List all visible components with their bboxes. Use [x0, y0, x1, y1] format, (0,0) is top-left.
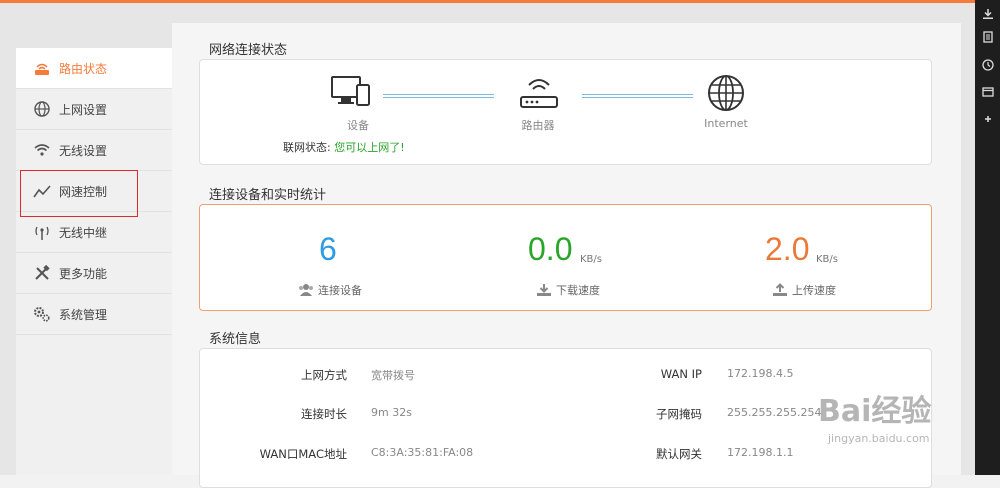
download-button[interactable] — [975, 3, 1000, 25]
info-key-subnet-mask: 子网掩码 — [656, 407, 702, 421]
router-icon — [33, 59, 51, 77]
download-speed-value: 0.0 — [528, 231, 573, 267]
device-label: 设备 — [347, 119, 369, 132]
sidebar-item-label: 更多功能 — [59, 266, 108, 281]
connection-status-key: 联网状态: — [283, 141, 331, 154]
upload-speed-label: 上传速度 — [772, 282, 836, 298]
info-value-connection-time: 9m 32s — [371, 406, 412, 419]
add-button[interactable] — [975, 108, 1000, 130]
connection-status-value: 您可以上网了! — [334, 141, 405, 154]
highlight-box — [20, 170, 138, 217]
right-toolbar — [975, 0, 1000, 475]
baidu-watermark: Bai经验 — [818, 394, 932, 429]
router-device-icon — [519, 75, 559, 115]
window-button[interactable] — [975, 81, 1000, 103]
globe-icon — [33, 100, 51, 118]
stats-title: 连接设备和实时统计 — [209, 188, 327, 203]
baidu-watermark-url: jingyan.baidu.com — [828, 432, 930, 445]
upload-speed-value: 2.0 — [765, 231, 810, 267]
sidebar-item-system-management[interactable]: 系统管理 — [16, 294, 172, 335]
tools-icon — [33, 264, 51, 282]
connection-line-device-router — [383, 94, 494, 98]
upload-icon — [773, 283, 787, 296]
sidebar-item-label: 无线设置 — [59, 143, 108, 158]
sidebar-item-label: 上网设置 — [59, 102, 108, 117]
clock-icon — [981, 59, 994, 71]
sidebar-item-more-features[interactable]: 更多功能 — [16, 253, 172, 294]
download-speed-label: 下载速度 — [536, 282, 600, 298]
info-value-wan-mac: C8:3A:35:81:FA:08 — [371, 446, 474, 459]
info-key-connection-type: 上网方式 — [301, 368, 347, 382]
sidebar-item-router-status[interactable]: 路由状态 — [16, 48, 172, 89]
connection-line-router-internet — [582, 94, 693, 98]
gears-icon — [33, 305, 51, 323]
history-button[interactable] — [975, 54, 1000, 76]
sidebar-item-wireless-settings[interactable]: 无线设置 — [16, 130, 172, 171]
connected-devices-label: 连接设备 — [298, 282, 362, 298]
window-icon — [981, 87, 994, 97]
users-icon — [299, 284, 313, 296]
connected-devices-count: 6 — [319, 231, 337, 267]
info-key-default-gateway: 默认网关 — [656, 447, 702, 461]
info-key-wan-ip: WAN IP — [660, 367, 702, 381]
info-value-connection-type: 宽带拨号 — [371, 369, 415, 382]
download-icon — [537, 284, 551, 296]
document-icon — [982, 31, 993, 43]
upload-speed-unit: KB/s — [816, 254, 838, 265]
download-arrow-icon — [982, 9, 993, 19]
network-status-title: 网络连接状态 — [209, 43, 288, 58]
info-value-wan-ip: 172.198.4.5 — [727, 367, 794, 380]
info-value-subnet-mask: 255.255.255.254 — [727, 406, 822, 419]
device-icon — [331, 76, 371, 112]
system-info-title: 系统信息 — [209, 332, 262, 347]
wifi-icon — [33, 141, 51, 159]
sidebar-item-internet-settings[interactable]: 上网设置 — [16, 89, 172, 130]
info-key-connection-time: 连接时长 — [301, 407, 347, 421]
info-value-default-gateway: 172.198.1.1 — [727, 446, 794, 459]
internet-globe-icon — [707, 74, 745, 116]
sidebar: 路由状态 上网设置 无线设置 网速控制 无线中继 更多功能 系统管理 — [16, 48, 172, 475]
antenna-icon — [33, 223, 51, 241]
notes-button[interactable] — [975, 26, 1000, 48]
connection-status: 联网状态: 您可以上网了! — [283, 139, 405, 155]
router-label: 路由器 — [521, 119, 555, 132]
internet-label: Internet — [704, 117, 748, 130]
info-key-wan-mac: WAN口MAC地址 — [259, 447, 347, 461]
sidebar-item-label: 路由状态 — [59, 61, 108, 76]
download-speed-unit: KB/s — [580, 254, 602, 265]
plus-icon — [984, 116, 991, 122]
sidebar-item-label: 无线中继 — [59, 225, 108, 240]
sidebar-item-wireless-relay[interactable]: 无线中继 — [16, 212, 172, 253]
sidebar-item-label: 系统管理 — [59, 307, 108, 322]
